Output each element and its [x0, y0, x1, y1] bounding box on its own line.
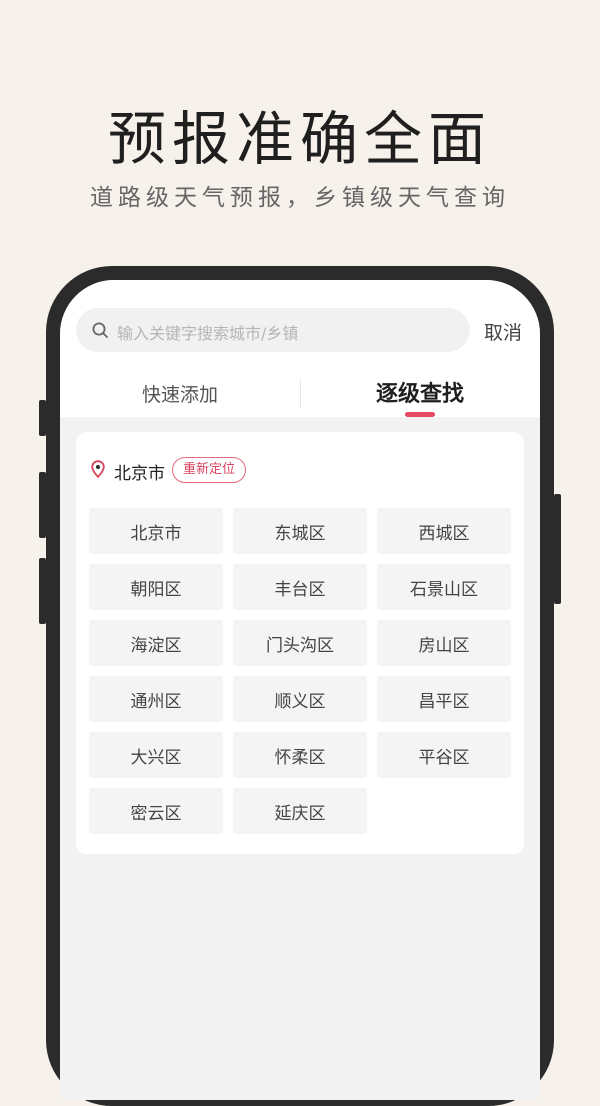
district-item[interactable]: 怀柔区: [233, 732, 367, 778]
district-item[interactable]: 东城区: [233, 508, 367, 554]
district-item[interactable]: 朝阳区: [89, 564, 223, 610]
top-bar: 输入关键字搜索城市/乡镇 取消 快速添加 逐级查找: [60, 280, 540, 417]
district-grid: 北京市 东城区 西城区朝阳区 丰台区 石景山区海淀区 门头沟区 房山区通州区 顺义区 昌平区大兴…: [89, 508, 511, 834]
search-input[interactable]: 输入关键字搜索城市/乡镇: [76, 308, 470, 352]
district-item[interactable]: 海淀区: [89, 620, 223, 666]
active-tab-indicator: [405, 412, 435, 417]
search-icon: [92, 322, 108, 338]
district-item[interactable]: 延庆区: [233, 788, 367, 834]
district-item[interactable]: 通州区: [89, 676, 223, 722]
relocate-button[interactable]: 重新定位: [172, 457, 247, 483]
district-item[interactable]: 平谷区: [377, 732, 511, 778]
district-item[interactable]: 丰台区: [233, 564, 367, 610]
district-item[interactable]: 石景山区: [377, 564, 511, 610]
promo-headline: 预报准确全面: [107, 105, 492, 173]
phone-volume-up-button: [39, 472, 46, 538]
district-item[interactable]: 西城区: [377, 508, 511, 554]
phone-frame: 输入关键字搜索城市/乡镇 取消 快速添加 逐级查找 北京市 重新定位 北京市 东城…: [46, 266, 554, 1106]
tab-quick-add[interactable]: 快速添加: [60, 380, 300, 407]
district-item[interactable]: 北京市: [89, 508, 223, 554]
search-placeholder: 输入关键字搜索城市/乡镇: [117, 324, 299, 343]
district-item[interactable]: 房山区: [377, 620, 511, 666]
district-item[interactable]: 密云区: [89, 788, 223, 834]
promo-subline: 道路级天气预报，乡镇级天气查询: [90, 185, 510, 211]
current-city-label: 北京市: [114, 464, 165, 484]
district-item[interactable]: 顺义区: [233, 676, 367, 722]
tab-step-search[interactable]: 逐级查找: [300, 376, 540, 408]
phone-volume-down-button: [39, 558, 46, 624]
cancel-button[interactable]: 取消: [484, 318, 522, 345]
district-card: 北京市 重新定位 北京市 东城区 西城区 朝阳区 丰台区 石景山区 海淀区 门头沟区 房山区 通州…: [76, 432, 524, 854]
district-item[interactable]: 大兴区: [89, 732, 223, 778]
district-item[interactable]: 昌平区: [377, 676, 511, 722]
phone-screen: 输入关键字搜索城市/乡镇 取消 快速添加 逐级查找 北京市 重新定位 北京市 东城…: [60, 280, 540, 1100]
location-pin-icon: [91, 460, 105, 478]
phone-side-button: [39, 400, 46, 436]
district-item[interactable]: 门头沟区: [233, 620, 367, 666]
phone-power-button: [554, 494, 561, 604]
